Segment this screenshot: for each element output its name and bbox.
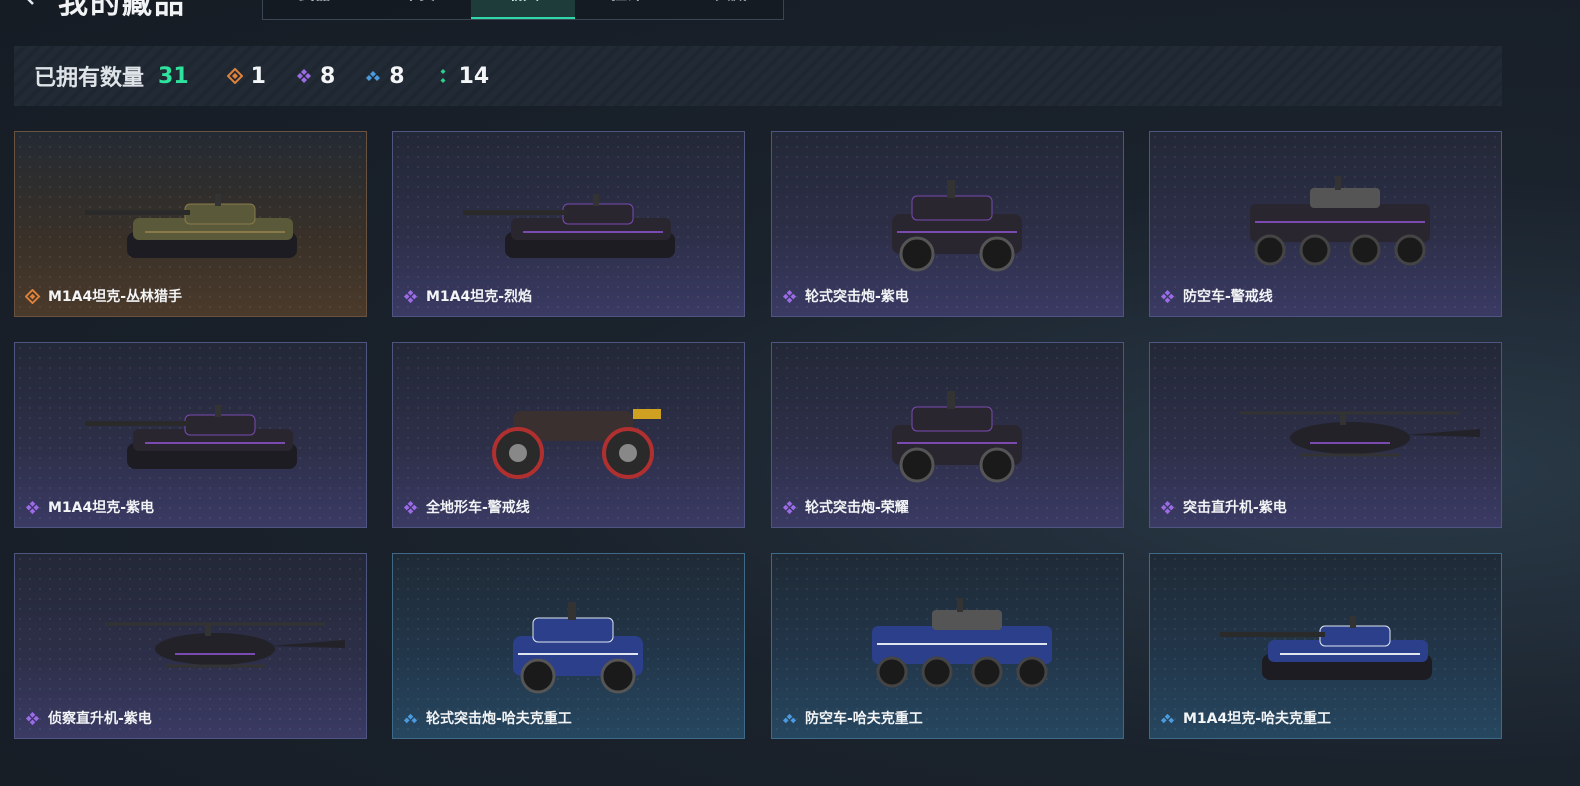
purple-diamond-icon [1160,289,1175,304]
rarity-count-value: 14 [458,63,490,89]
orange-diamond-icon [24,288,41,304]
card-label: 突击直升机-紫电 [1160,497,1287,517]
card-name: M1A4坦克-丛林猎手 [48,289,183,305]
rarity-count-value: 8 [319,63,336,89]
purple-diamond-icon [25,711,40,726]
collection-card[interactable]: M1A4坦克-丛林猎手 [14,131,367,317]
collection-card[interactable]: M1A4坦克-紫电 [14,342,367,528]
tank-image [1150,554,1501,714]
card-name: 防空车-哈夫克重工 [805,711,923,727]
tab-0[interactable]: 武器 [263,0,367,19]
heli-image [1150,343,1501,503]
purple-diamond-icon [296,68,312,84]
card-label: M1A4坦克-丛林猎手 [24,286,183,306]
card-name: 轮式突击炮-荣耀 [805,500,909,516]
card-label: M1A4坦克-烈焰 [403,286,532,306]
purple-diamond-icon [1160,500,1175,515]
card-label: M1A4坦克-紫电 [25,497,154,517]
blue-diamond-icon [365,68,381,84]
card-name: M1A4坦克-烈焰 [426,289,533,305]
card-label: 轮式突击炮-紫电 [782,286,909,306]
car-image [772,132,1123,292]
car-image [772,343,1123,503]
category-tabs: 武器干员载具挂饰典藏 [262,0,784,20]
page-title: 我的藏品 [58,0,186,21]
collection-card[interactable]: 轮式突击炮-哈夫克重工 [392,553,745,739]
card-name: 全地形车-警戒线 [426,500,530,516]
owned-summary-bar: 已拥有数量 31 1 8 8 14 [14,46,1502,106]
rarity-count-value: 1 [250,63,266,89]
collection-card[interactable]: M1A4坦克-哈夫克重工 [1149,553,1502,739]
rarity-count-blue: 8 [365,63,405,89]
collection-card[interactable]: 轮式突击炮-荣耀 [771,342,1124,528]
tank-image [393,132,744,292]
blue-diamond-icon [782,711,797,726]
tank-image [15,343,366,503]
card-label: 侦察直升机-紫电 [25,708,152,728]
card-label: 轮式突击炮-哈夫克重工 [403,708,572,728]
collection-card[interactable]: M1A4坦克-烈焰 [392,131,745,317]
card-name: 侦察直升机-紫电 [48,711,152,727]
purple-diamond-icon [403,289,418,304]
card-name: 防空车-警戒线 [1183,289,1273,305]
card-name: 轮式突击炮-紫电 [805,289,909,305]
heli-image [15,554,366,714]
rarity-count-green: 14 [435,63,490,89]
green-dots-icon [435,68,451,84]
collection-card[interactable]: 轮式突击炮-紫电 [771,131,1124,317]
rarity-count-orange: 1 [226,63,266,89]
card-label: M1A4坦克-哈夫克重工 [1160,708,1331,728]
collection-card[interactable]: 侦察直升机-紫电 [14,553,367,739]
card-name: 突击直升机-紫电 [1183,500,1287,516]
apc-image [772,554,1123,714]
card-name: M1A4坦克-紫电 [48,500,155,516]
orange-diamond-icon [226,67,244,85]
top-bar: 我的藏品 武器干员载具挂饰典藏 [0,0,800,22]
card-label: 轮式突击炮-荣耀 [782,497,909,517]
tab-4[interactable]: 典藏 [679,0,783,19]
collection-card[interactable]: 突击直升机-紫电 [1149,342,1502,528]
purple-diamond-icon [403,500,418,515]
collection-card[interactable]: 防空车-哈夫克重工 [771,553,1124,739]
purple-diamond-icon [25,500,40,515]
collection-card[interactable]: 防空车-警戒线 [1149,131,1502,317]
apc-image [1150,132,1501,292]
car-image [393,554,744,714]
card-label: 防空车-警戒线 [1160,286,1273,306]
atv-image [393,343,744,503]
blue-diamond-icon [403,711,418,726]
rarity-count-purple: 8 [296,64,335,89]
rarity-count-value: 8 [389,63,405,89]
owned-total-count: 31 [158,63,189,89]
tab-1[interactable]: 干员 [367,0,471,19]
collection-card[interactable]: 全地形车-警戒线 [392,342,745,528]
tank-image [15,132,366,292]
card-name: M1A4坦克-哈夫克重工 [1183,711,1332,727]
card-name: 轮式突击炮-哈夫克重工 [426,711,572,727]
back-arrow-icon[interactable] [18,0,40,6]
card-label: 防空车-哈夫克重工 [782,708,923,728]
purple-diamond-icon [782,500,797,515]
card-label: 全地形车-警戒线 [403,497,530,517]
tab-2[interactable]: 载具 [471,0,575,19]
blue-diamond-icon [1160,711,1175,726]
owned-count-label: 已拥有数量 [34,66,145,91]
tab-3[interactable]: 挂饰 [575,0,679,19]
purple-diamond-icon [782,289,797,304]
